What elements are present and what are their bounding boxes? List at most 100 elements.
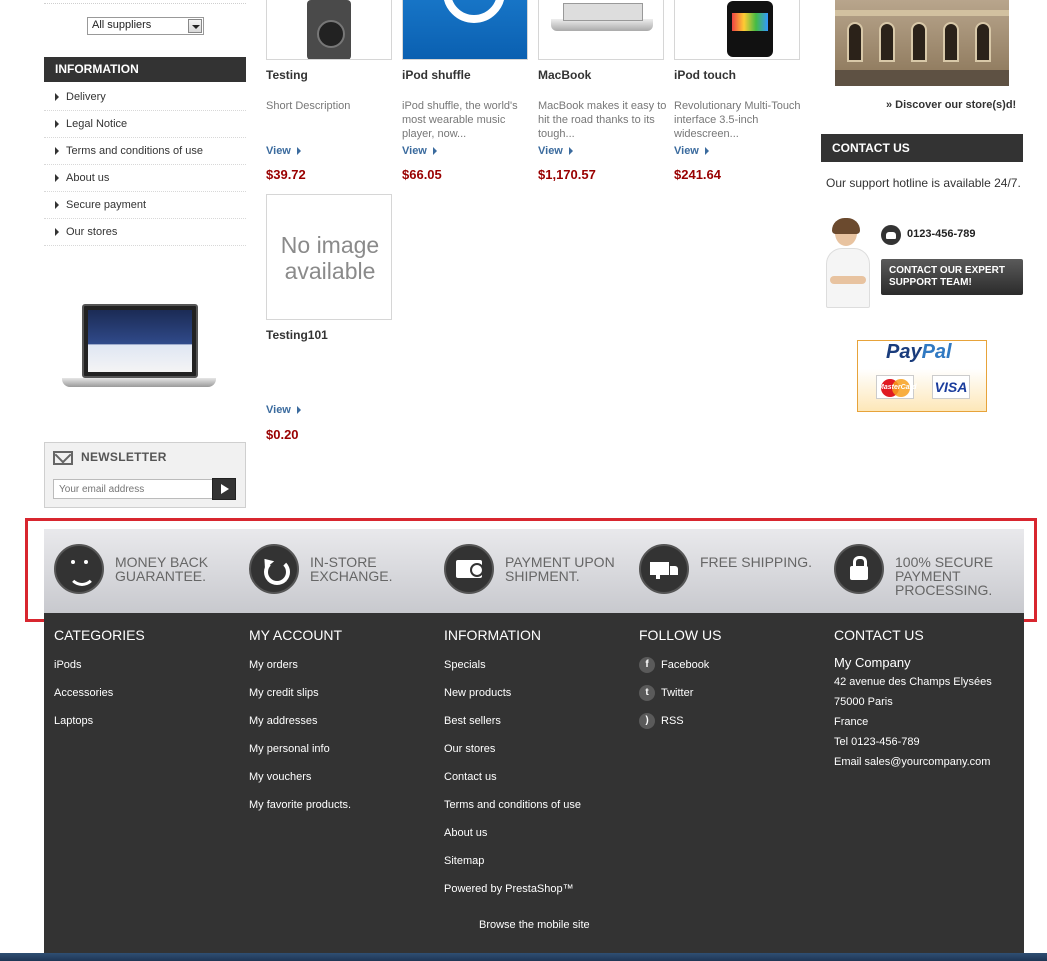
footer-link-twitter[interactable]: Twitter (661, 687, 693, 699)
footer-link-my-orders[interactable]: My orders (249, 659, 298, 671)
product-image[interactable] (266, 0, 392, 60)
product-name[interactable]: iPod shuffle (402, 68, 471, 82)
product-description: MacBook makes it easy to hit the road th… (538, 100, 667, 140)
footer: CATEGORIES iPods Accessories Laptops MY … (44, 613, 1024, 953)
store-image[interactable] (835, 0, 1009, 86)
newsletter-block: NEWSLETTER (44, 442, 246, 508)
footer-link-credit-slips[interactable]: My credit slips (249, 687, 319, 699)
information-block-title: INFORMATION (44, 57, 246, 82)
info-link-our-stores[interactable]: Our stores (44, 219, 246, 246)
contact-block-title: CONTACT US (821, 134, 1023, 162)
product-price: $0.20 (266, 427, 299, 442)
product-description: Revolutionary Multi-Touch interface 3.5-… (674, 100, 801, 140)
footer-link-contact-us[interactable]: Contact us (444, 771, 497, 783)
footer-account-title: MY ACCOUNT (249, 627, 343, 643)
footer-link-ipods[interactable]: iPods (54, 659, 82, 671)
footer-phone: Tel 0123-456-789 (834, 736, 920, 748)
product-price: $241.64 (674, 167, 721, 182)
paypal-wordmark: PayPal (886, 341, 952, 363)
rss-icon[interactable]: ) (639, 713, 655, 729)
browse-mobile-site-link[interactable]: Browse the mobile site (479, 919, 590, 931)
info-link-legal-notice[interactable]: Legal Notice (44, 111, 246, 138)
product-name[interactable]: Testing101 (266, 328, 328, 342)
no-image-placeholder: No image available (280, 232, 380, 284)
footer-address-city: 75000 Paris (834, 696, 893, 708)
product-image[interactable] (538, 0, 664, 60)
information-list: Delivery Legal Notice Terms and conditio… (44, 84, 246, 246)
footer-link-rss[interactable]: RSS (661, 715, 684, 727)
product-view-link[interactable]: View (674, 145, 709, 157)
ipod-touch-image (727, 1, 773, 57)
product-description: Short Description (266, 100, 351, 112)
supplier-select[interactable]: All suppliers (87, 17, 204, 35)
footer-contact-title: CONTACT US (834, 627, 924, 643)
footer-link-new-products[interactable]: New products (444, 687, 511, 699)
support-hotline-text: Our support hotline is available 24/7. (826, 176, 1021, 190)
info-link-delivery[interactable]: Delivery (44, 84, 246, 111)
footer-link-about-us[interactable]: About us (444, 827, 487, 839)
product-view-link[interactable]: View (402, 145, 437, 157)
ipod-classic-image (307, 0, 351, 59)
newsletter-email-input[interactable] (53, 479, 213, 499)
visa-logo: VISA (932, 375, 970, 399)
footer-link-powered-by[interactable]: Powered by PrestaShop™ (444, 883, 574, 895)
footer-link-terms[interactable]: Terms and conditions of use (444, 799, 581, 811)
footer-email[interactable]: Email sales@yourcompany.com (834, 756, 990, 768)
support-agent-image (822, 218, 874, 310)
discover-stores-link[interactable]: » Discover our store(s)d! (886, 99, 1016, 111)
product-price: $1,170.57 (538, 167, 596, 182)
footer-link-best-sellers[interactable]: Best sellers (444, 715, 501, 727)
info-link-terms[interactable]: Terms and conditions of use (44, 138, 246, 165)
product-description: iPod shuffle, the world's most wearable … (402, 100, 518, 140)
phone-icon (881, 225, 901, 245)
product-image[interactable]: No image available (266, 194, 392, 320)
footer-information-title: INFORMATION (444, 627, 541, 643)
product-name[interactable]: iPod touch (674, 68, 736, 82)
footer-link-personal-info[interactable]: My personal info (249, 743, 330, 755)
laptop-screen (82, 304, 198, 378)
taskbar-strip (0, 953, 1047, 961)
mastercard-logo: MasterCard (876, 375, 917, 399)
product-view-link[interactable]: View (266, 145, 301, 157)
ipod-shuffle-image (403, 0, 527, 59)
highlight-frame (25, 518, 1037, 622)
footer-link-vouchers[interactable]: My vouchers (249, 771, 311, 783)
product-price: $66.05 (402, 167, 442, 182)
footer-link-specials[interactable]: Specials (444, 659, 486, 671)
footer-link-facebook[interactable]: Facebook (661, 659, 709, 671)
info-link-secure-payment[interactable]: Secure payment (44, 192, 246, 219)
footer-categories-title: CATEGORIES (54, 627, 145, 643)
macbook-image (551, 3, 653, 31)
laptop-base (62, 378, 216, 387)
newsletter-submit-button[interactable] (212, 478, 236, 500)
advertising-laptop-image[interactable] (62, 304, 216, 390)
product-image[interactable] (402, 0, 528, 60)
product-view-link[interactable]: View (266, 404, 301, 416)
footer-link-sitemap[interactable]: Sitemap (444, 855, 484, 867)
footer-address-street: 42 avenue des Champs Elysées (834, 676, 992, 688)
footer-link-favorite-products[interactable]: My favorite products. (249, 799, 351, 811)
footer-company-name: My Company (834, 655, 911, 670)
footer-address-country: France (834, 716, 869, 728)
product-view-link[interactable]: View (538, 145, 573, 157)
footer-link-our-stores[interactable]: Our stores (444, 743, 495, 755)
chevron-down-icon[interactable] (188, 19, 202, 33)
top-divider (44, 0, 246, 4)
facebook-icon[interactable]: f (639, 657, 655, 673)
contact-expert-button[interactable]: CONTACT OUR EXPERT SUPPORT TEAM! (881, 259, 1023, 295)
supplier-select-value: All suppliers (92, 19, 152, 31)
product-image[interactable] (674, 0, 800, 60)
footer-link-addresses[interactable]: My addresses (249, 715, 317, 727)
paypal-logo[interactable]: PayPal MasterCard VISA (857, 340, 987, 412)
product-name[interactable]: Testing (266, 68, 308, 82)
product-price: $39.72 (266, 167, 306, 182)
twitter-icon[interactable]: t (639, 685, 655, 701)
footer-follow-title: FOLLOW US (639, 627, 722, 643)
mail-icon (53, 451, 73, 465)
product-name[interactable]: MacBook (538, 68, 591, 82)
newsletter-title: NEWSLETTER (81, 450, 167, 464)
footer-link-laptops[interactable]: Laptops (54, 715, 93, 727)
info-link-about-us[interactable]: About us (44, 165, 246, 192)
support-phone-number: 0123-456-789 (907, 228, 976, 240)
footer-link-accessories[interactable]: Accessories (54, 687, 113, 699)
